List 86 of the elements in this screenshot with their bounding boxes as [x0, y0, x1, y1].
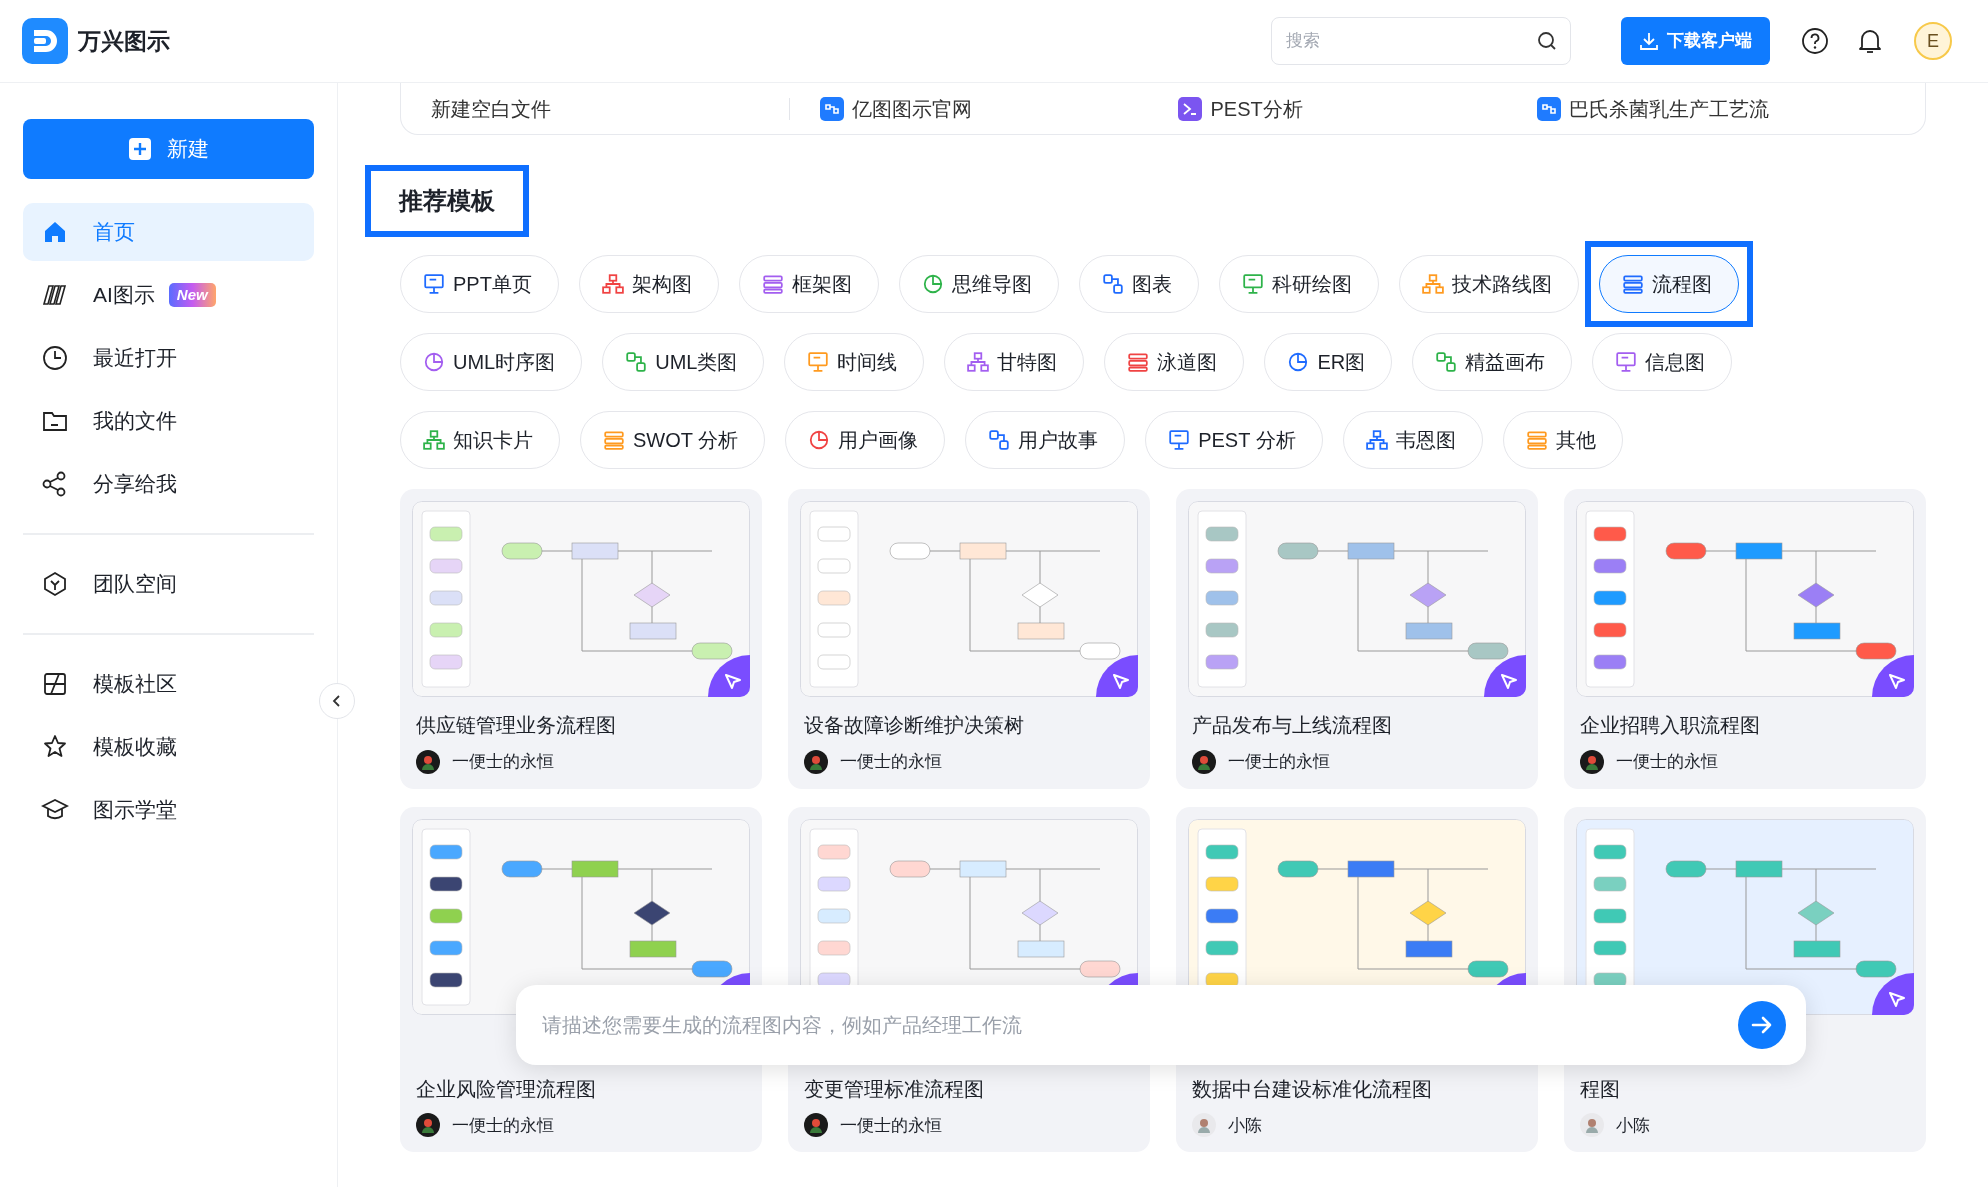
- template-title: 程图: [1580, 1076, 1621, 1102]
- template-title: 产品发布与上线流程图: [1192, 713, 1393, 738]
- category-chip[interactable]: 图表: [1078, 255, 1199, 313]
- recent-file-link[interactable]: 亿图图示官网: [852, 93, 973, 124]
- author-name: 小陈: [1228, 1114, 1262, 1137]
- recent-file-link[interactable]: 新建空白文件: [431, 93, 551, 124]
- section-title: 推荐模板: [365, 165, 529, 237]
- template-title: 数据中台建设标准化流程图: [1192, 1076, 1433, 1102]
- category-chip[interactable]: 泳道图: [1104, 333, 1245, 391]
- user-avatar[interactable]: E: [1914, 22, 1952, 60]
- category-chip[interactable]: 时间线: [784, 333, 925, 391]
- category-chip[interactable]: 架构图: [578, 255, 719, 313]
- template-title: 企业招聘入职流程图: [1580, 713, 1761, 738]
- search-icon: [1537, 31, 1557, 51]
- cursor-badge-icon: [1872, 972, 1914, 1015]
- sidebar-item[interactable]: 首页: [23, 203, 314, 261]
- author-name: 一便士的永恒: [840, 1114, 942, 1137]
- sidebar-item[interactable]: 模板社区: [23, 655, 314, 713]
- clock-icon: [41, 344, 69, 372]
- template-card[interactable]: 供应链管理业务流程图 一便士的永恒: [400, 489, 762, 789]
- author-name: 小陈: [1616, 1114, 1650, 1137]
- author-avatar-icon: [416, 1113, 440, 1138]
- category-chip[interactable]: ER图: [1264, 333, 1393, 391]
- category-chip[interactable]: 技术路线图: [1398, 255, 1579, 313]
- template-title: 供应链管理业务流程图: [416, 713, 617, 738]
- category-chip[interactable]: 框架图: [738, 255, 879, 313]
- template-title: 设备故障诊断维护决策树: [804, 713, 1025, 738]
- category-chip[interactable]: 流程图: [1598, 255, 1739, 313]
- search-field[interactable]: 搜索: [1271, 17, 1571, 65]
- template-card[interactable]: 产品发布与上线流程图 一便士的永恒: [1176, 489, 1538, 789]
- collapse-button[interactable]: [319, 683, 355, 719]
- layout-icon: [41, 670, 69, 698]
- sidebar-item[interactable]: 我的文件: [23, 392, 314, 450]
- template-title: 变更管理标准流程图: [804, 1076, 985, 1102]
- new-tag: New: [168, 282, 216, 308]
- download-button[interactable]: 下载客户端: [1621, 17, 1770, 65]
- template-card[interactable]: 企业招聘入职流程图 一便士的永恒: [1564, 489, 1926, 789]
- template-title: 企业风险管理流程图: [416, 1076, 597, 1102]
- recent-file-link[interactable]: PEST分析: [1210, 93, 1303, 124]
- category-chip[interactable]: PEST 分析: [1145, 411, 1323, 469]
- author-name: 一便士的永恒: [452, 751, 554, 773]
- author-name: 一便士的永恒: [1616, 751, 1718, 773]
- category-chip[interactable]: 精益画布: [1412, 333, 1573, 391]
- category-chip[interactable]: PPT单页: [400, 255, 559, 313]
- ai-prompt-dialog[interactable]: 请描述您需要生成的流程图内容，例如产品经理工作流: [516, 985, 1806, 1065]
- category-chip[interactable]: 其他: [1502, 411, 1623, 469]
- category-chip[interactable]: 用户画像: [785, 411, 946, 469]
- category-chip[interactable]: 知识卡片: [400, 411, 560, 469]
- cursor-badge-icon: [1096, 655, 1138, 697]
- help-icon[interactable]: [1800, 26, 1830, 56]
- cube-icon: [41, 570, 69, 598]
- recent-file-link[interactable]: 巴氏杀菌乳生产工艺流: [1568, 93, 1769, 124]
- download-icon: [1639, 31, 1659, 51]
- sidebar-item[interactable]: 模板收藏: [23, 718, 314, 776]
- cursor-badge-icon: [708, 655, 750, 697]
- sidebar-item[interactable]: 最近打开: [23, 329, 314, 387]
- sidebar-item[interactable]: 分享给我: [23, 455, 314, 513]
- new-button[interactable]: 新建: [23, 119, 314, 179]
- author-name: 一便士的永恒: [840, 751, 942, 773]
- sidebar-item[interactable]: AI图示 New: [23, 266, 314, 324]
- category-chip[interactable]: UML类图: [602, 333, 765, 391]
- category-chip[interactable]: 科研绘图: [1218, 255, 1379, 313]
- category-chip[interactable]: 思维导图: [898, 255, 1059, 313]
- cursor-badge-icon: [1872, 655, 1914, 697]
- author-avatar-icon: [1580, 749, 1604, 774]
- author-avatar-icon: [1580, 1113, 1604, 1138]
- author-avatar-icon: [1192, 1113, 1216, 1138]
- category-chip[interactable]: UML时序图: [400, 333, 583, 391]
- author-name: 一便士的永恒: [1228, 751, 1330, 773]
- category-chip[interactable]: 信息图: [1592, 333, 1733, 391]
- category-chip[interactable]: SWOT 分析: [580, 411, 766, 469]
- cursor-badge-icon: [1484, 655, 1526, 697]
- author-avatar-icon: [416, 749, 440, 774]
- author-name: 一便士的永恒: [452, 1114, 554, 1137]
- app-name: 万兴图示: [78, 26, 170, 56]
- sidebar-item[interactable]: 团队空间: [23, 555, 314, 613]
- sidebar-item[interactable]: 图示学堂: [23, 781, 314, 839]
- app-logo: [22, 18, 68, 64]
- category-chip[interactable]: 甘特图: [944, 333, 1085, 391]
- author-avatar-icon: [804, 749, 828, 774]
- author-avatar-icon: [1192, 749, 1216, 774]
- author-avatar-icon: [804, 1113, 828, 1138]
- plus-icon: [128, 138, 151, 160]
- template-card[interactable]: 设备故障诊断维护决策树 一便士的永恒: [788, 489, 1150, 789]
- category-chip[interactable]: 用户故事: [965, 411, 1126, 469]
- category-chip[interactable]: 韦恩图: [1342, 411, 1483, 469]
